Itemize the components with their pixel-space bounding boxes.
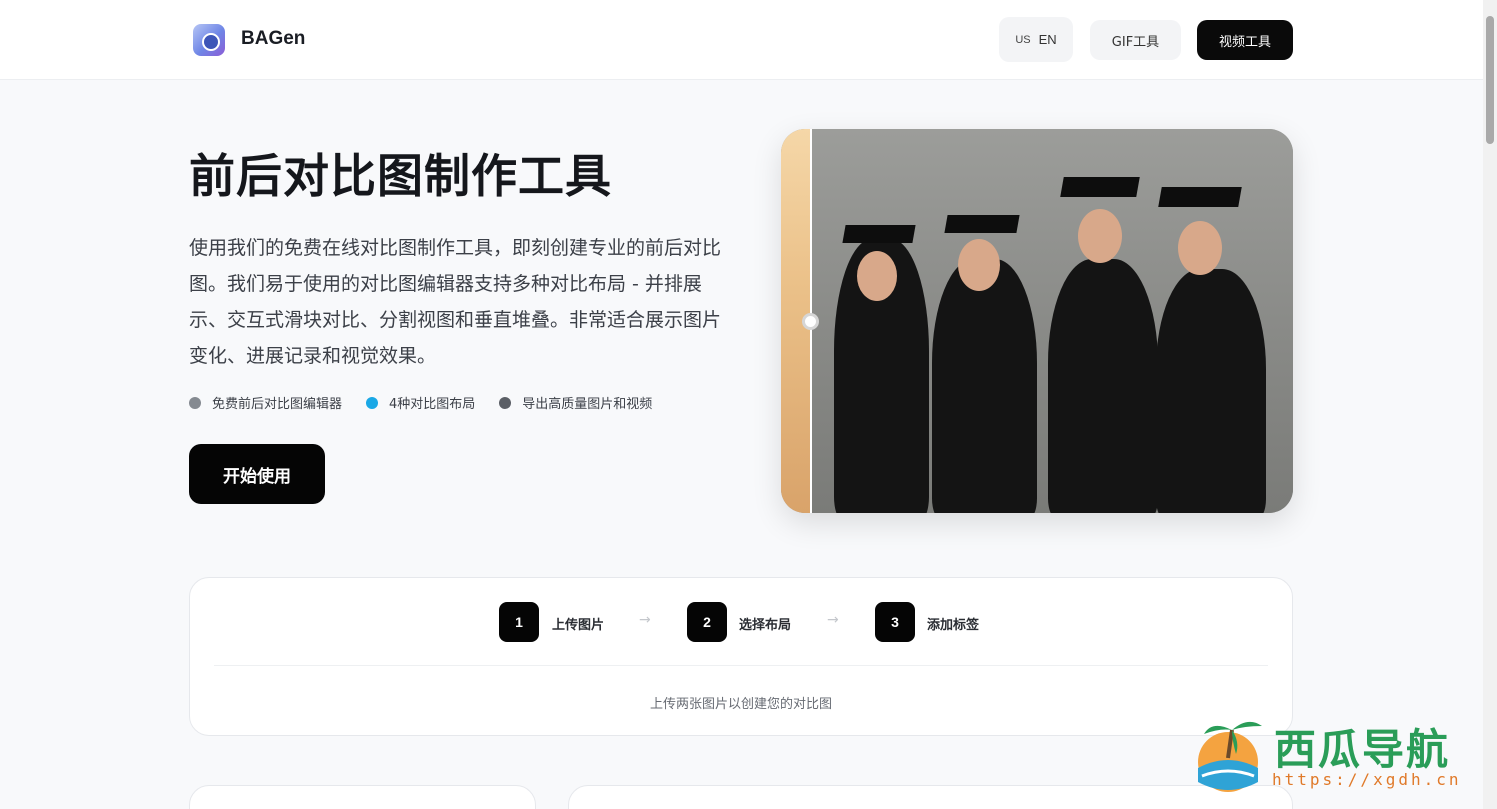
slider-handle[interactable] bbox=[802, 313, 819, 330]
watermark-url: https://xgdh.cn bbox=[1272, 770, 1462, 789]
start-button[interactable]: 开始使用 bbox=[189, 444, 325, 504]
logo-icon[interactable] bbox=[193, 24, 225, 56]
feature-list: 免费前后对比图编辑器 4种对比图布局 导出高质量图片和视频 bbox=[189, 393, 652, 412]
graduation-cap-icon bbox=[1158, 187, 1242, 207]
after-image bbox=[812, 129, 1293, 513]
brand-name[interactable]: BAGen bbox=[241, 28, 305, 50]
upload-card-before[interactable] bbox=[189, 785, 536, 809]
step-number-2: 2 bbox=[687, 602, 727, 642]
hero-description: 使用我们的免费在线对比图制作工具，即刻创建专业的前后对比图。我们易于使用的对比图… bbox=[189, 237, 722, 367]
us-flag-icon: US bbox=[1015, 33, 1031, 46]
step-label-labels: 添加标签 bbox=[927, 618, 980, 633]
graduation-cap-icon bbox=[842, 225, 916, 243]
graduate-figure bbox=[932, 259, 1037, 513]
graduate-face bbox=[1178, 221, 1222, 275]
graduate-face bbox=[857, 251, 897, 301]
watermelon-island-icon bbox=[1198, 721, 1262, 792]
arrow-right-icon: → bbox=[639, 612, 651, 628]
bullet-dot-icon bbox=[499, 396, 512, 409]
step-label-upload: 上传图片 bbox=[552, 618, 605, 633]
graduate-figure bbox=[1156, 269, 1266, 513]
step-number-3: 3 bbox=[875, 602, 915, 642]
watermark-title: 西瓜导航 bbox=[1274, 725, 1451, 774]
top-nav-bar: BAGen US EN GIF工具 视频工具 bbox=[0, 0, 1483, 80]
graduate-face bbox=[958, 239, 1000, 291]
page-title: 前后对比图制作工具 bbox=[189, 149, 612, 203]
feature-item: 4种对比图布局 bbox=[366, 393, 475, 412]
feature-label: 免费前后对比图编辑器 bbox=[212, 397, 343, 412]
upload-hint: 上传两张图片以创建您的对比图 bbox=[649, 697, 832, 712]
preview-card bbox=[568, 785, 1293, 809]
feature-label: 导出高质量图片和视频 bbox=[522, 397, 653, 412]
video-tool-button[interactable]: 视频工具 bbox=[1197, 20, 1293, 60]
graduation-cap-icon bbox=[1060, 177, 1140, 197]
comparison-slider-preview[interactable] bbox=[781, 129, 1293, 513]
step-label-layout: 选择布局 bbox=[739, 618, 792, 633]
feature-label: 4种对比图布局 bbox=[389, 397, 476, 412]
feature-item: 免费前后对比图编辑器 bbox=[189, 393, 342, 412]
language-switcher-button[interactable]: US EN bbox=[999, 17, 1073, 62]
bullet-dot-icon bbox=[189, 396, 201, 409]
language-code: EN bbox=[1038, 32, 1057, 47]
gif-tool-button[interactable]: GIF工具 bbox=[1090, 20, 1181, 60]
arrow-right-icon: → bbox=[827, 612, 839, 628]
graduate-figure bbox=[1048, 259, 1158, 513]
site-watermark: 西瓜导航 https://xgdh.cn bbox=[1192, 712, 1482, 796]
graduation-cap-icon bbox=[944, 215, 1020, 233]
scrollbar-thumb[interactable] bbox=[1486, 16, 1494, 144]
bullet-dot-icon bbox=[366, 396, 379, 409]
feature-item: 导出高质量图片和视频 bbox=[499, 393, 652, 412]
step-number-1: 1 bbox=[499, 602, 539, 642]
graduate-face bbox=[1078, 209, 1122, 263]
steps-card bbox=[189, 577, 1293, 736]
divider bbox=[214, 665, 1268, 666]
